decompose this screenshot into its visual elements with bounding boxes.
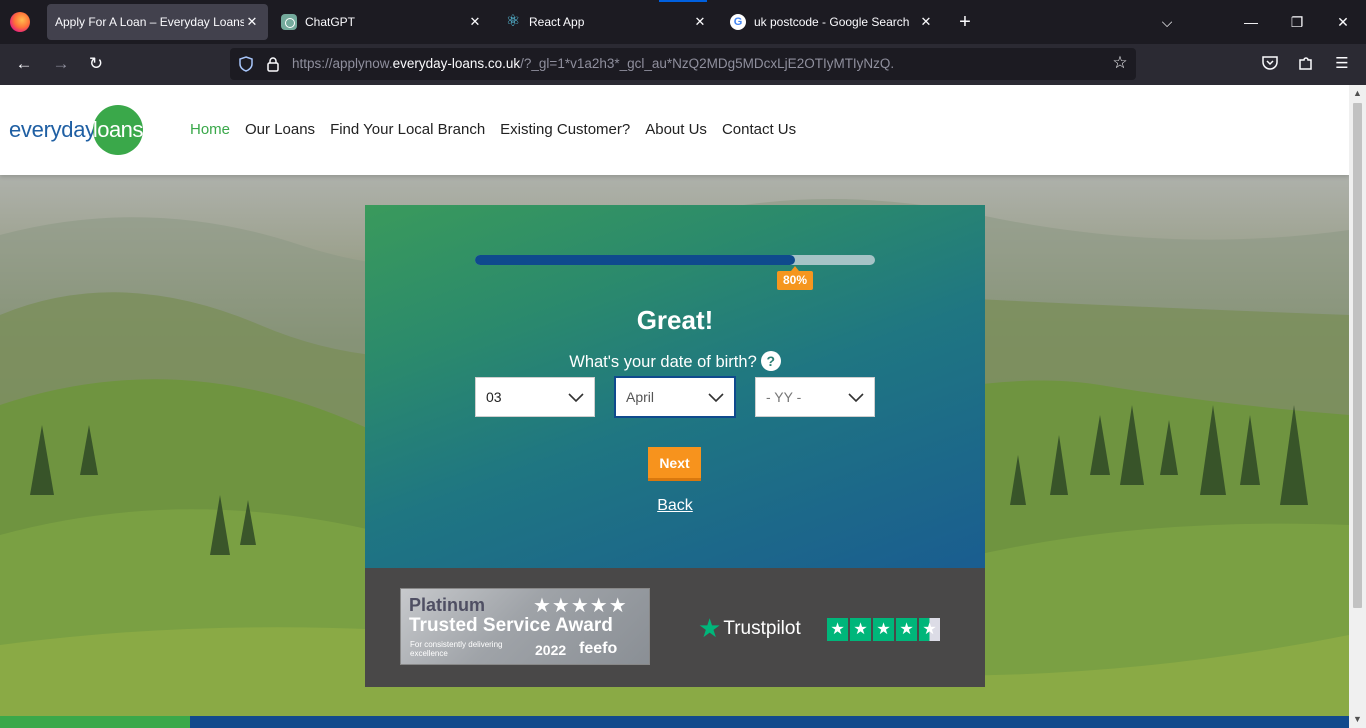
everyday-loans-logo[interactable]: everyday loans xyxy=(9,105,143,155)
logo-word-loans: loans xyxy=(93,105,143,155)
chevron-down-icon xyxy=(708,393,724,403)
footer-color-strip xyxy=(0,716,1349,728)
scroll-down-arrow-icon[interactable]: ▼ xyxy=(1349,711,1366,728)
back-link-text[interactable]: Back xyxy=(657,497,693,514)
dob-day-select[interactable]: 03 xyxy=(475,377,595,417)
url-text[interactable]: https://applynow.everyday-loans.co.uk/?_… xyxy=(292,56,894,71)
close-icon[interactable]: ✕ xyxy=(467,14,483,30)
react-icon: ⚛ xyxy=(505,13,521,30)
loan-application-card: 80% Great! What's your date of birth?? 0… xyxy=(365,205,985,568)
nav-item-contact-us[interactable]: Contact Us xyxy=(722,121,796,138)
dob-year-placeholder: - YY - xyxy=(766,389,802,405)
dob-month-select[interactable]: April xyxy=(615,377,735,417)
chevron-down-icon xyxy=(568,393,584,403)
dob-year-select[interactable]: - YY - xyxy=(755,377,875,417)
url-domain: everyday-loans.co.uk xyxy=(392,56,521,71)
question-label: What's your date of birth? xyxy=(569,353,757,371)
trustpilot-logo[interactable]: ★ Trustpilot xyxy=(698,613,801,644)
rating-star-icon: ★ xyxy=(896,618,917,641)
list-all-tabs-chevron-icon[interactable]: ⌵ xyxy=(1157,12,1177,32)
new-tab-plus-icon[interactable]: + xyxy=(955,12,975,32)
site-header: everyday loans Home Our Loans Find Your … xyxy=(0,85,1349,175)
address-bar[interactable]: https://applynow.everyday-loans.co.uk/?_… xyxy=(230,48,1136,80)
tracking-protection-shield-icon[interactable] xyxy=(238,56,254,72)
main-navigation: Home Our Loans Find Your Local Branch Ex… xyxy=(190,121,796,138)
scroll-up-arrow-icon[interactable]: ▲ xyxy=(1349,85,1366,102)
bookmark-star-icon[interactable]: ☆ xyxy=(1110,53,1130,73)
pocket-icon[interactable] xyxy=(1260,54,1280,74)
step-heading: Great! xyxy=(636,305,714,335)
back-arrow-icon[interactable]: ← xyxy=(14,54,34,74)
minimize-icon[interactable]: — xyxy=(1241,12,1261,32)
progress-bar-fill xyxy=(475,255,795,265)
browser-nav-bar: ← → ↻ https://applynow.everyday-loans.co… xyxy=(0,44,1366,85)
feefo-award-year: 2022 xyxy=(535,642,567,658)
trustpilot-name: Trustpilot xyxy=(723,617,801,639)
feefo-award-subtitle: For consistently delivering excellence xyxy=(410,640,503,658)
nav-item-home[interactable]: Home xyxy=(190,121,230,138)
close-icon[interactable]: ✕ xyxy=(244,14,260,30)
close-window-icon[interactable]: ✕ xyxy=(1333,12,1353,32)
forward-arrow-icon[interactable]: → xyxy=(51,54,71,74)
tab-title: uk postcode - Google Search xyxy=(754,15,910,29)
hamburger-menu-icon[interactable]: ☰ xyxy=(1332,54,1352,74)
tab-chatgpt[interactable]: ChatGPT ✕ xyxy=(273,4,491,40)
extensions-puzzle-icon[interactable] xyxy=(1296,54,1316,74)
page-viewport: everyday loans Home Our Loans Find Your … xyxy=(0,85,1349,728)
close-icon[interactable]: ✕ xyxy=(692,14,708,30)
reload-icon[interactable]: ↻ xyxy=(86,54,106,74)
tab-title: ChatGPT xyxy=(305,15,356,29)
tab-google-search[interactable]: G uk postcode - Google Search ✕ xyxy=(722,4,942,40)
dob-day-value: 03 xyxy=(486,389,502,405)
url-path: /?_gl=1*v1a2h3*_gcl_au*NzQ2MDg5MDcxLjE2O… xyxy=(520,56,895,71)
scrollbar-thumb[interactable] xyxy=(1353,103,1362,608)
rating-star-icon: ★ xyxy=(827,618,848,641)
restore-icon[interactable]: ❐ xyxy=(1287,12,1307,32)
feefo-tier: Platinum xyxy=(409,595,486,615)
tab-react-app[interactable]: ⚛ React App ✕ xyxy=(497,4,716,40)
nav-item-our-loans[interactable]: Our Loans xyxy=(245,121,315,138)
firefox-icon[interactable] xyxy=(10,12,30,32)
tab-title: React App xyxy=(529,15,585,29)
trustpilot-star-icon: ★ xyxy=(698,613,722,643)
feefo-award-title: Trusted Service Award xyxy=(409,615,613,636)
feefo-platinum-award-badge[interactable]: Platinum ★★★★★ Trusted Service Award For… xyxy=(400,588,650,665)
footer-green-segment xyxy=(0,716,190,728)
rating-star-icon: ★ xyxy=(873,618,894,641)
logo-word-everyday: everyday xyxy=(9,117,96,142)
google-icon: G xyxy=(730,14,746,30)
chevron-down-icon xyxy=(848,393,864,403)
dob-month-value: April xyxy=(626,389,655,405)
nav-item-existing-customer[interactable]: Existing Customer? xyxy=(500,121,630,138)
next-button[interactable]: Next xyxy=(648,447,701,481)
browser-tab-bar: Apply For A Loan – Everyday Loans ✕ Chat… xyxy=(0,0,1366,44)
tab-playing-indicator xyxy=(659,0,707,2)
lock-icon[interactable] xyxy=(265,56,281,72)
nav-item-find-your-local-branch[interactable]: Find Your Local Branch xyxy=(330,121,485,138)
tab-title: Apply For A Loan – Everyday Loans xyxy=(55,15,244,29)
help-question-icon[interactable]: ? xyxy=(760,351,781,371)
feefo-logo: feefo xyxy=(579,640,618,657)
back-link: Back xyxy=(365,497,985,515)
trust-badges-band: Platinum ★★★★★ Trusted Service Award For… xyxy=(365,568,985,687)
nav-item-about-us[interactable]: About Us xyxy=(645,121,707,138)
date-of-birth-question: What's your date of birth?? xyxy=(365,351,985,372)
chatgpt-icon xyxy=(281,14,297,30)
rating-star-icon: ★ xyxy=(850,618,871,641)
page-scrollbar[interactable]: ▲ ▼ xyxy=(1349,85,1366,728)
trustpilot-rating-stars[interactable]: ★ ★ ★ ★ ★ xyxy=(827,618,940,641)
url-prefix: https://applynow. xyxy=(292,56,393,71)
tab-apply-for-a-loan[interactable]: Apply For A Loan – Everyday Loans ✕ xyxy=(47,4,268,40)
progress-bar xyxy=(475,255,875,265)
rating-half-star-icon: ★ xyxy=(919,618,940,641)
close-icon[interactable]: ✕ xyxy=(918,14,934,30)
progress-percent-badge: 80% xyxy=(777,266,813,290)
